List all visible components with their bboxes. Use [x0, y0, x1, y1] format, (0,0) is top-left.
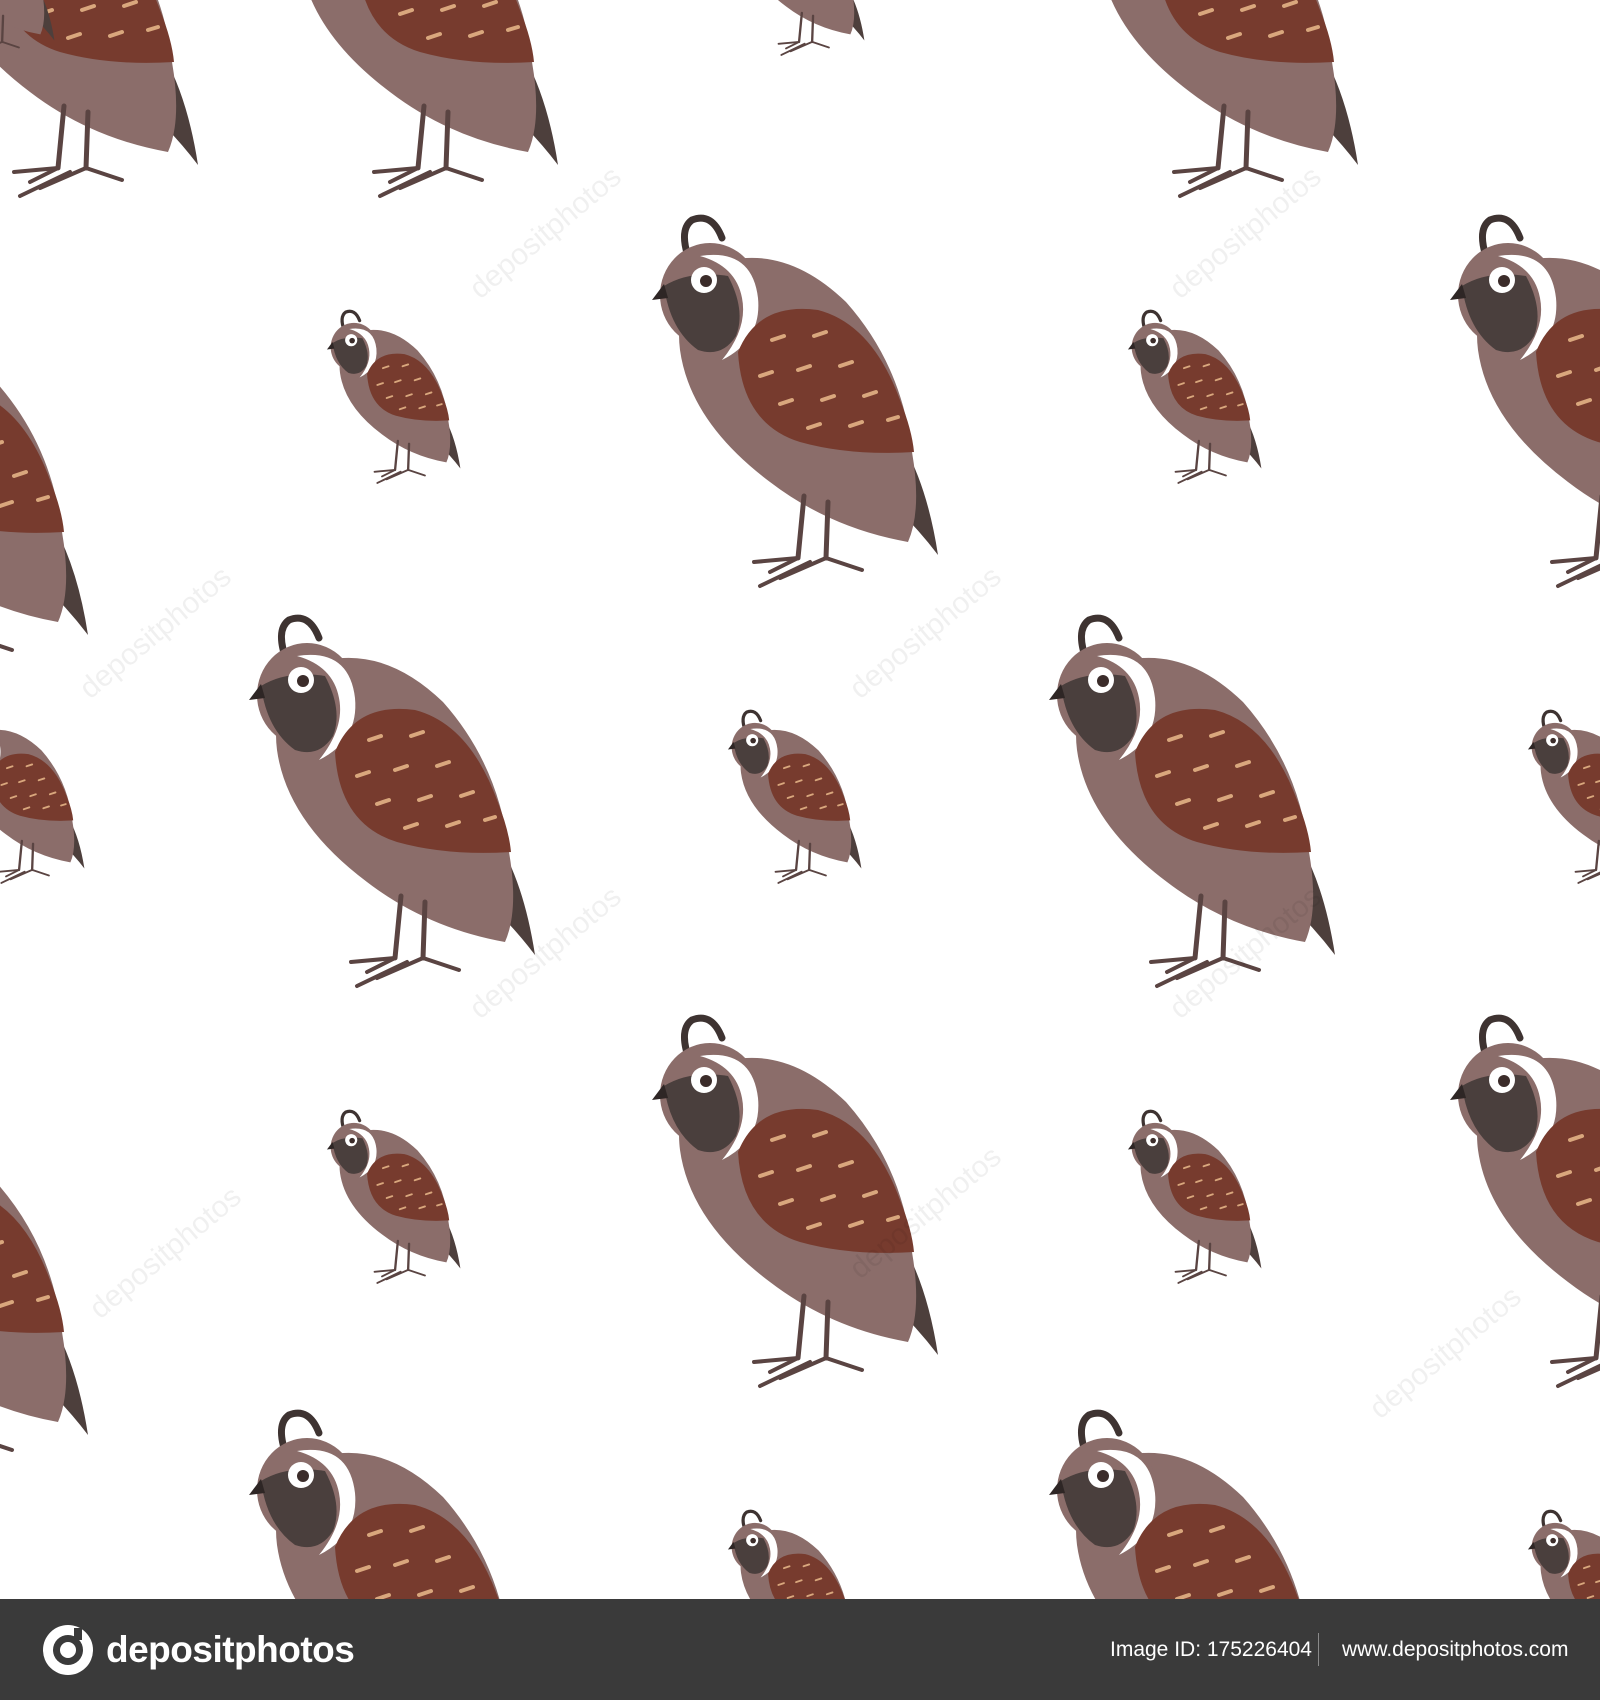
footer-bar: depositphotos Image ID: 175226404 www.de…: [0, 1599, 1600, 1700]
quail-icon: [249, 1413, 535, 1599]
quail-icon: [0, 709, 87, 885]
quail-icon: [1527, 1509, 1600, 1599]
watermark-text: depositphotos: [463, 160, 627, 305]
quail-icon: [326, 309, 463, 485]
quail-icon: [1450, 218, 1600, 586]
watermark-text: depositphotos: [1163, 160, 1327, 305]
quail-icon: [652, 1018, 938, 1386]
watermark-text: depositphotos: [843, 560, 1007, 705]
quail-icon: [727, 1509, 864, 1599]
quail-icon: [1127, 309, 1264, 485]
quail-icon: [1127, 1109, 1264, 1285]
image-id-label: Image ID: 175226404: [1110, 1637, 1312, 1661]
site-url: www.depositphotos.com: [1342, 1637, 1569, 1661]
watermark-text: depositphotos: [1363, 1280, 1527, 1425]
quail-icon: [727, 709, 864, 885]
footer-content: depositphotos Image ID: 175226404 www.de…: [0, 1599, 1600, 1700]
quail-icon: [1049, 1413, 1335, 1599]
brand: depositphotos: [40, 1622, 355, 1678]
quail-icon: [1527, 709, 1600, 885]
quail-pattern: depositphotos depositphotos depositphotos d…: [0, 0, 1600, 1599]
quail-icon: [326, 1109, 463, 1285]
watermark-text: depositphotos: [73, 560, 237, 705]
quail-icon: [249, 618, 535, 986]
depositphotos-logo-icon: [43, 1624, 93, 1675]
quail-icon: [1072, 0, 1358, 196]
brand-name: depositphotos: [106, 1628, 355, 1670]
quail-icon: [0, 298, 88, 666]
quail-icon: [0, 1098, 88, 1466]
quail-icon: [652, 218, 938, 586]
footer-divider: [1318, 1633, 1319, 1666]
quail-icon: [272, 0, 558, 196]
quail-icon: [730, 0, 867, 57]
watermark-text: depositphotos: [83, 1180, 247, 1325]
quail-pattern-svg: depositphotos depositphotos depositphotos d…: [0, 0, 1600, 1599]
